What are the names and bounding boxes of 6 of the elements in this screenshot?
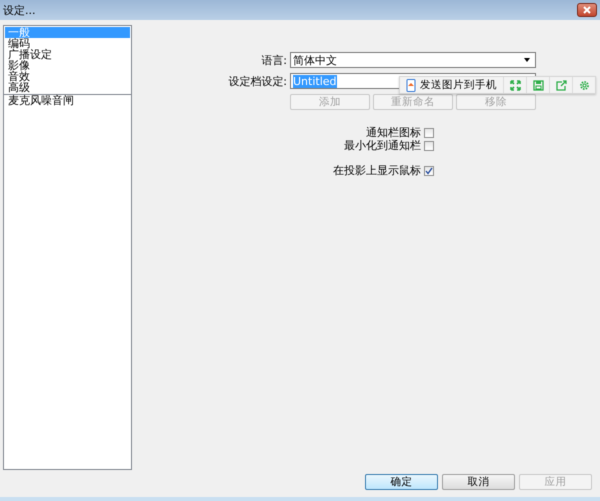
profile-label: 设定档设定: — [227, 74, 287, 88]
language-label: 语言: — [260, 52, 287, 68]
option-label: 通知栏图标 — [366, 125, 421, 140]
option-label: 在投影上显示鼠标 — [333, 163, 421, 178]
window-title: 设定... — [3, 2, 36, 18]
option-label: 最小化到通知栏 — [344, 138, 421, 153]
